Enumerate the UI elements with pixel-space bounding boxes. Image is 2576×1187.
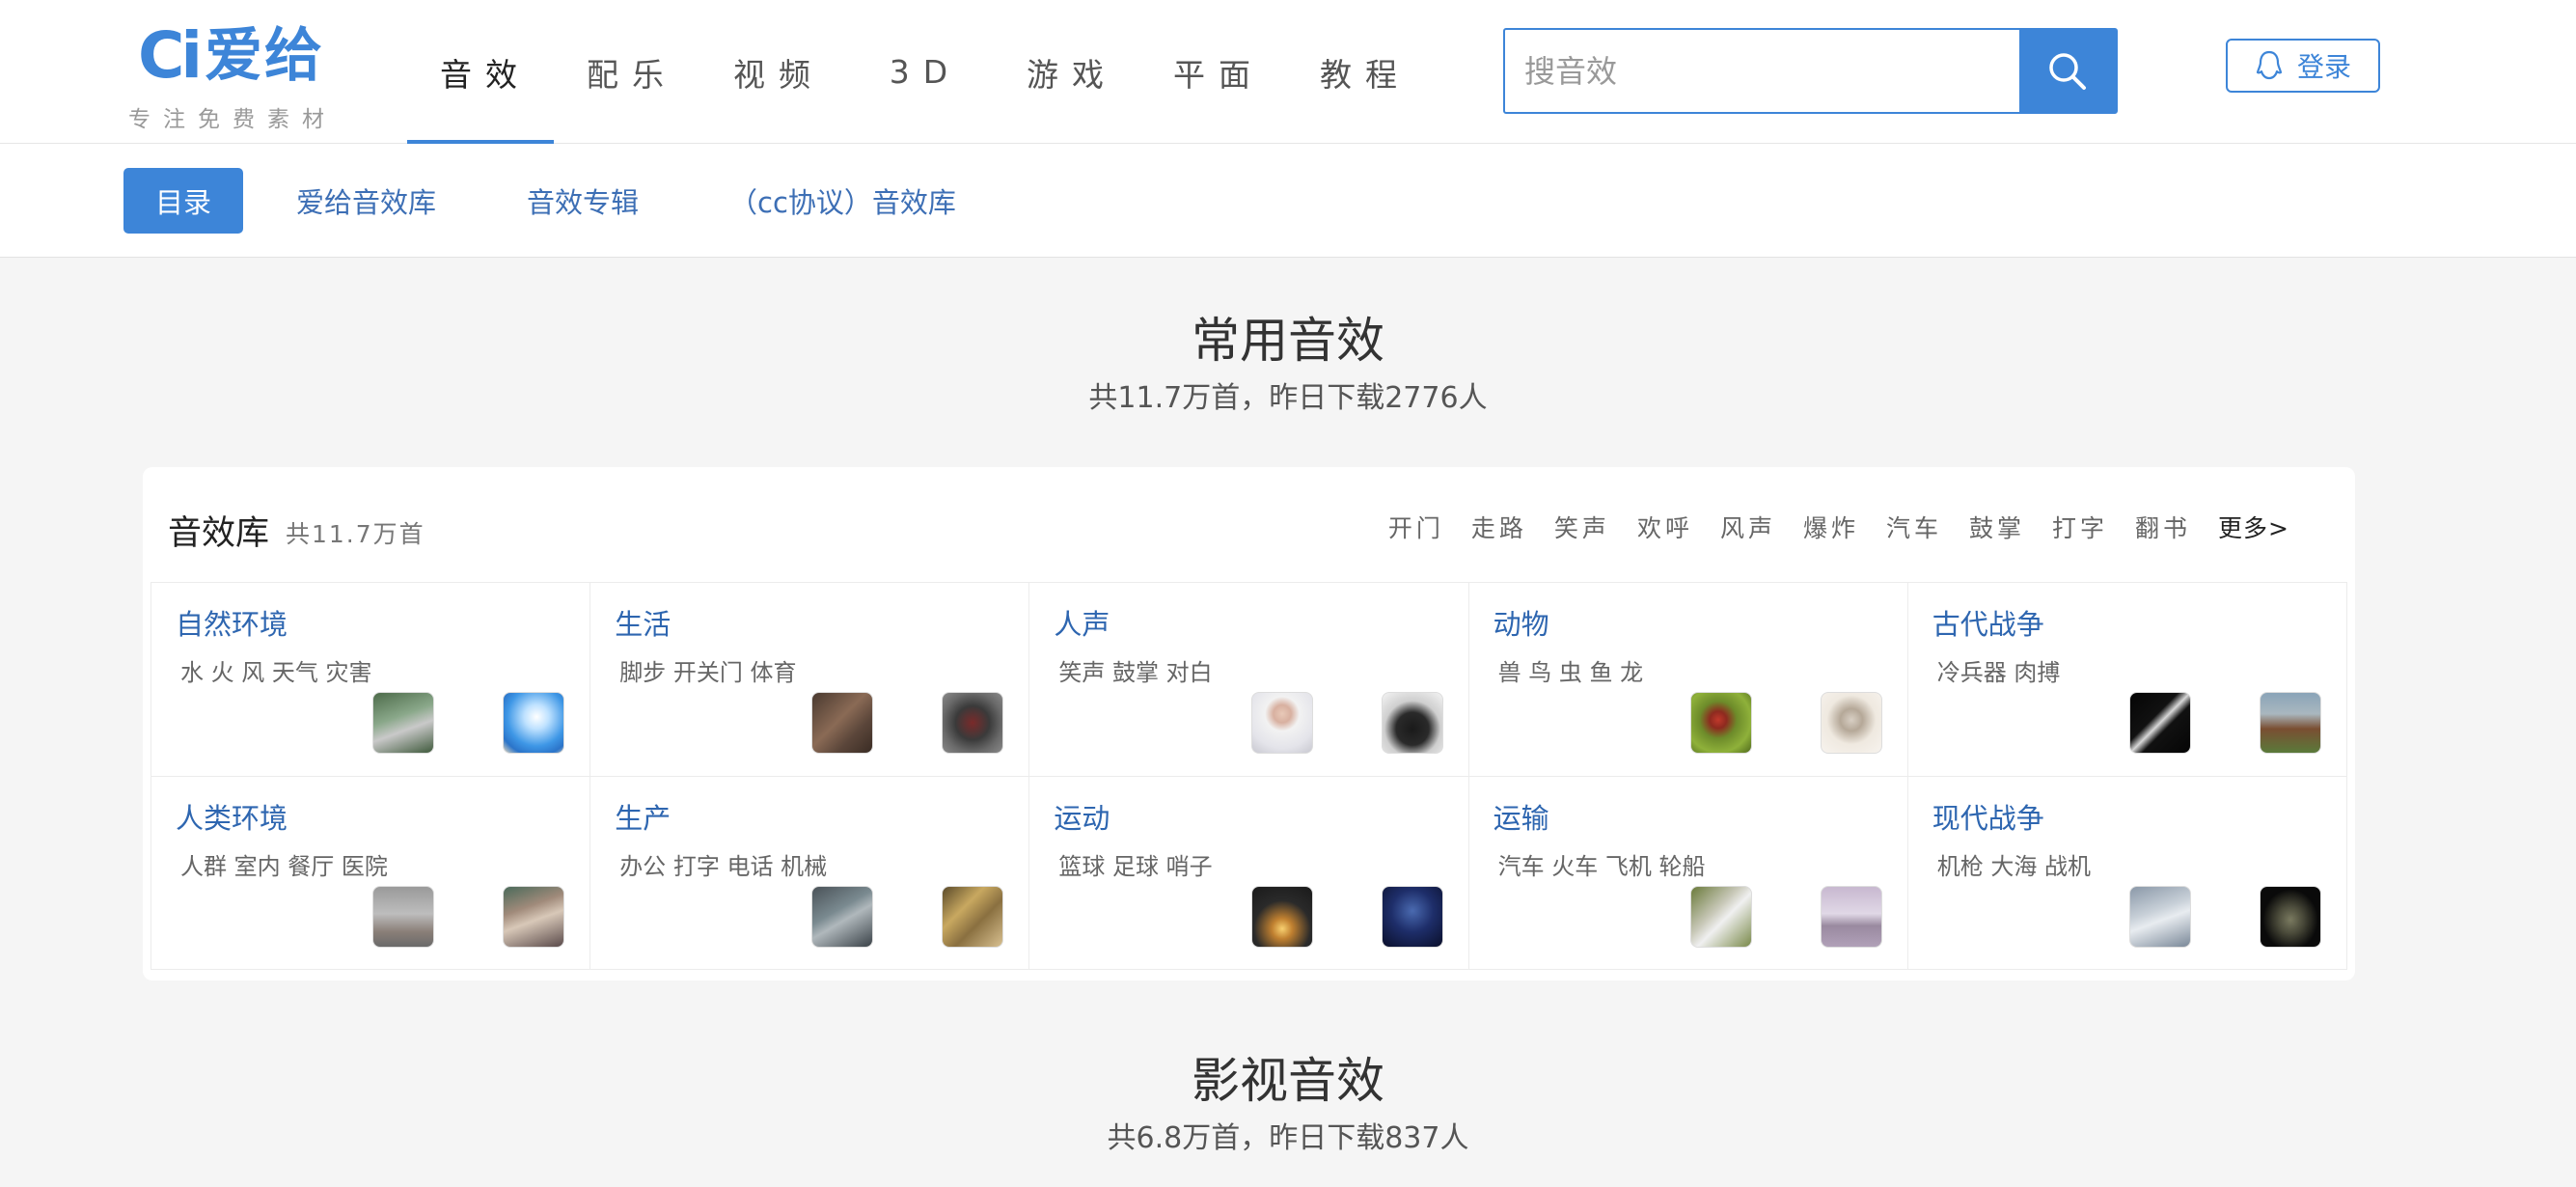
- category-name[interactable]: 古代战争: [1932, 602, 2044, 643]
- nav-tab-sound-effects[interactable]: 音效: [407, 0, 554, 144]
- category-keywords: 办公 打字 电话 机械: [619, 852, 828, 880]
- category-name[interactable]: 人声: [1054, 602, 1110, 643]
- subnav-aigei-library[interactable]: 爱给音效库: [296, 168, 436, 234]
- logo-ci-text: Ci: [138, 18, 203, 93]
- cyclist-sunset-thumbnail[interactable]: [1250, 885, 1313, 948]
- site-header: Ci 爱给 专注免费素材 音效 配乐 视频 3D 游戏 平面 教程 登录: [0, 0, 2576, 144]
- tag-link[interactable]: 翻书: [2135, 510, 2191, 544]
- category-sports[interactable]: 运动 篮球 足球 哨子: [1029, 776, 1469, 970]
- category-grid: 自然环境 水 火 风 天气 灾害 生活 脚步 开关门 体育 人声 笑声 鼓掌 对…: [151, 582, 2347, 970]
- nav-tab-video[interactable]: 视频: [700, 0, 847, 144]
- tag-link[interactable]: 风声: [1720, 510, 1776, 544]
- nav-tab-tutorials[interactable]: 教程: [1287, 0, 1434, 144]
- tag-link[interactable]: 笑声: [1554, 510, 1610, 544]
- category-name[interactable]: 生活: [615, 602, 671, 643]
- category-name[interactable]: 运输: [1494, 796, 1549, 837]
- hallway-thumbnail[interactable]: [372, 885, 435, 948]
- ladybug-thumbnail[interactable]: [1689, 692, 1752, 754]
- team-sports-thumbnail[interactable]: [1381, 885, 1443, 948]
- category-name[interactable]: 生产: [615, 796, 671, 837]
- keyboard-thumbnail[interactable]: [811, 885, 874, 948]
- person-portrait-thumbnail[interactable]: [1250, 692, 1313, 754]
- search-icon: [2049, 52, 2086, 90]
- logo-name-text: 爱给: [205, 22, 325, 90]
- section-subtitle-common: 共11.7万首，昨日下载2776人: [1088, 381, 1488, 415]
- login-button[interactable]: 登录: [2226, 39, 2380, 93]
- category-voice[interactable]: 人声 笑声 鼓掌 对白: [1029, 583, 1469, 777]
- nav-tab-3d[interactable]: 3D: [847, 0, 994, 144]
- category-name[interactable]: 自然环境: [176, 602, 288, 643]
- category-ancient-war[interactable]: 古代战争 冷兵器 肉搏: [1907, 583, 2347, 777]
- search-button[interactable]: [2019, 30, 2116, 112]
- tag-link[interactable]: 爆炸: [1803, 510, 1859, 544]
- category-human-environment[interactable]: 人类环境 人群 室内 餐厅 医院: [151, 776, 591, 970]
- category-animals[interactable]: 动物 兽 鸟 虫 鱼 龙: [1468, 583, 1908, 777]
- category-name[interactable]: 人类环境: [176, 796, 288, 837]
- tag-link[interactable]: 欢呼: [1637, 510, 1693, 544]
- logo-slogan: 专注免费素材: [128, 107, 337, 132]
- category-keywords: 汽车 火车 飞机 轮船: [1497, 852, 1706, 880]
- category-nature[interactable]: 自然环境 水 火 风 天气 灾害: [151, 583, 591, 777]
- sound-library-card: 音效库 共11.7万首 开门 走路 笑声 欢呼 风声 爆炸 汽车 鼓掌 打字 翻…: [143, 467, 2355, 980]
- tag-link[interactable]: 汽车: [1886, 510, 1942, 544]
- category-keywords: 水 火 风 天气 灾害: [180, 659, 372, 686]
- subnav-directory[interactable]: 目录: [123, 168, 243, 234]
- search-box: [1503, 28, 2118, 114]
- tag-link[interactable]: 鼓掌: [1969, 510, 2025, 544]
- category-keywords: 篮球 足球 哨子: [1058, 852, 1213, 880]
- category-modern-war[interactable]: 现代战争 机枪 大海 战机: [1907, 776, 2347, 970]
- horse-rider-thumbnail[interactable]: [2260, 692, 2321, 754]
- tag-link[interactable]: 开门: [1388, 510, 1444, 544]
- category-name[interactable]: 运动: [1054, 796, 1110, 837]
- hands-thumbnail[interactable]: [811, 692, 874, 754]
- machinery-thumbnail[interactable]: [942, 885, 1004, 948]
- qq-penguin-icon: [2256, 50, 2283, 80]
- sword-thumbnail[interactable]: [2129, 692, 2191, 754]
- subnav-albums[interactable]: 音效专辑: [527, 168, 639, 234]
- category-transport[interactable]: 运输 汽车 火车 飞机 轮船: [1468, 776, 1908, 970]
- category-keywords: 脚步 开关门 体育: [619, 659, 797, 686]
- logo-mark: Ci 爱给: [138, 21, 324, 91]
- nav-tab-games[interactable]: 游戏: [994, 0, 1140, 144]
- section-title-common: 常用音效: [1192, 313, 1384, 369]
- nav-tab-music[interactable]: 配乐: [554, 0, 700, 144]
- sky-beach-thumbnail[interactable]: [503, 692, 565, 754]
- section-subtitle-film: 共6.8万首，昨日下载837人: [1107, 1121, 1469, 1155]
- cheering-person-thumbnail[interactable]: [1381, 692, 1443, 754]
- subnav-cc-library[interactable]: （cc协议）音效库: [729, 168, 956, 234]
- motorcycle-thumbnail[interactable]: [942, 692, 1004, 754]
- section-title-film: 影视音效: [1192, 1053, 1384, 1109]
- fighter-jet-thumbnail[interactable]: [2129, 885, 2191, 948]
- category-keywords: 笑声 鼓掌 对白: [1058, 659, 1213, 686]
- category-keywords: 兽 鸟 虫 鱼 龙: [1497, 659, 1644, 686]
- library-count: 共11.7万首: [286, 520, 425, 548]
- site-logo[interactable]: Ci 爱给 专注免费素材: [128, 21, 360, 133]
- sub-nav: 目录 爱给音效库 音效专辑 （cc协议）音效库: [0, 144, 2576, 258]
- library-title: 音效库: [168, 514, 270, 553]
- category-keywords: 机枪 大海 战机: [1936, 852, 2092, 880]
- crowd-thumbnail[interactable]: [503, 885, 565, 948]
- tank-thumbnail[interactable]: [2260, 885, 2321, 948]
- search-input[interactable]: [1505, 30, 2019, 112]
- more-tags-link[interactable]: 更多>: [2218, 510, 2289, 544]
- main-nav: 音效 配乐 视频 3D 游戏 平面 教程: [407, 0, 1434, 144]
- airplane-thumbnail[interactable]: [1820, 885, 1882, 948]
- category-keywords: 人群 室内 餐厅 医院: [180, 852, 388, 880]
- train-thumbnail[interactable]: [1689, 885, 1752, 948]
- category-name[interactable]: 现代战争: [1932, 796, 2044, 837]
- category-keywords: 冷兵器 肉搏: [1936, 659, 2061, 686]
- nav-tab-graphics[interactable]: 平面: [1140, 0, 1287, 144]
- tag-link[interactable]: 走路: [1471, 510, 1527, 544]
- bird-thumbnail[interactable]: [1820, 692, 1882, 754]
- category-life[interactable]: 生活 脚步 开关门 体育: [590, 583, 1030, 777]
- hot-tags: 开门 走路 笑声 欢呼 风声 爆炸 汽车 鼓掌 打字 翻书 更多>: [1361, 510, 2289, 544]
- category-production[interactable]: 生产 办公 打字 电话 机械: [590, 776, 1030, 970]
- forest-path-thumbnail[interactable]: [372, 692, 435, 754]
- login-label: 登录: [2296, 51, 2351, 83]
- category-name[interactable]: 动物: [1494, 602, 1549, 643]
- tag-link[interactable]: 打字: [2052, 510, 2108, 544]
